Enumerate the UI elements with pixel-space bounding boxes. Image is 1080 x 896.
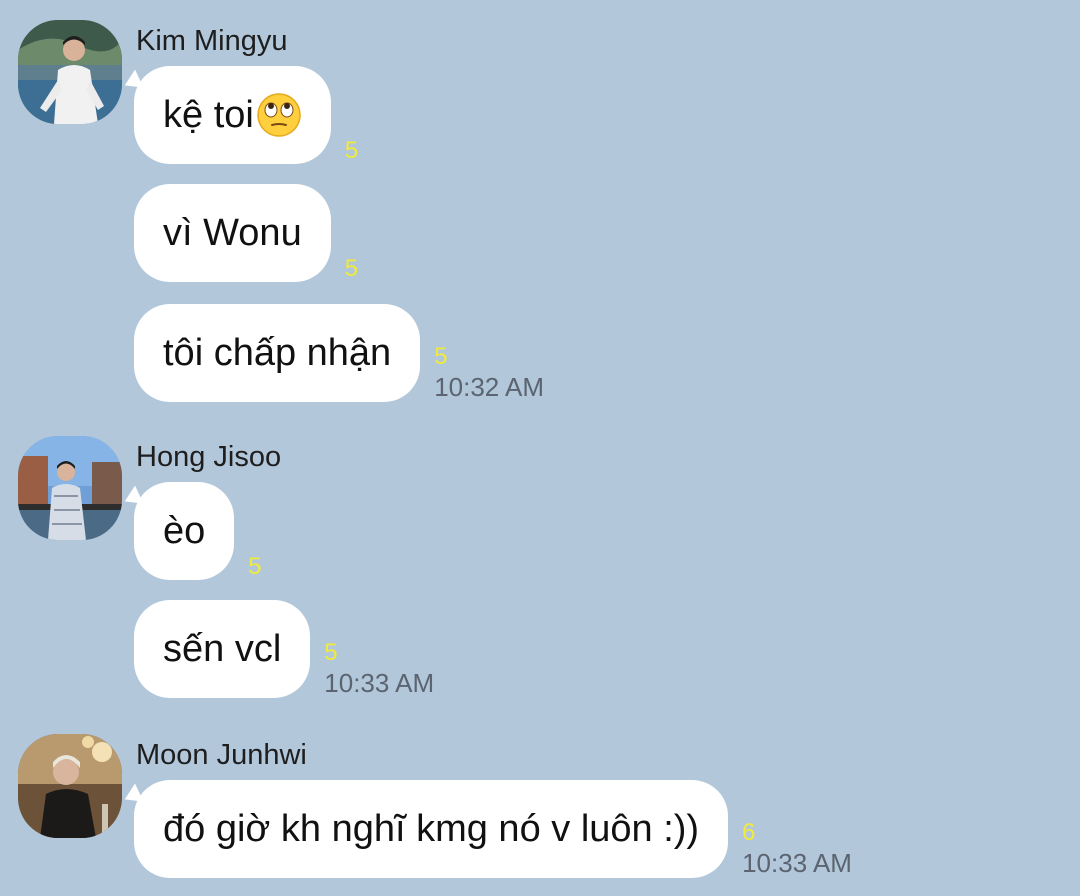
message-text: tôi chấp nhận: [163, 331, 392, 374]
timestamp: 10:33 AM: [324, 668, 435, 698]
message-bubble[interactable]: vì Wonu: [134, 184, 331, 282]
read-count: 5: [324, 639, 338, 666]
message-meta: 5: [248, 554, 261, 580]
timestamp: 10:33 AM: [742, 848, 852, 878]
message-meta: 5: [345, 138, 358, 164]
message-meta: 5 10:33 AM: [324, 639, 435, 699]
message-row: èo 5: [134, 482, 262, 580]
read-count: 6: [742, 819, 756, 846]
message-row: vì Wonu 5: [134, 184, 358, 282]
message-row: đó giờ kh nghĩ kmg nó v luôn :)) 6 10:33…: [134, 780, 852, 878]
sender-name: Hong Jisoo: [136, 441, 282, 473]
message-text: kệ toi: [163, 93, 254, 136]
message-text: đó giờ kh nghĩ kmg nó v luôn :)): [163, 807, 700, 850]
avatar-photo-icon: [18, 20, 122, 124]
message-text: sến vcl: [163, 627, 282, 670]
message-meta: 6 10:33 AM: [742, 819, 852, 879]
message-row: kệ toi 5: [134, 66, 358, 164]
message-bubble[interactable]: đó giờ kh nghĩ kmg nó v luôn :)): [134, 780, 729, 878]
avatar-photo-icon: [18, 436, 122, 540]
read-count: 5: [248, 553, 262, 580]
message-bubble[interactable]: sến vcl: [134, 600, 311, 698]
read-count: 5: [344, 137, 359, 164]
avatar-photo-icon: [18, 734, 122, 838]
message-row: tôi chấp nhận 5 10:32 AM: [134, 304, 544, 402]
sender-name: Moon Junhwi: [136, 739, 307, 771]
message-meta: 5 10:32 AM: [434, 343, 545, 403]
read-count: 5: [344, 255, 359, 282]
chat-messages-area[interactable]: Kim Mingyu kệ toi 5 vì Wonu 5 tôi chấp n…: [0, 0, 1080, 896]
sender-name: Kim Mingyu: [136, 25, 288, 57]
message-row: sến vcl 5 10:33 AM: [134, 600, 434, 698]
read-count: 5: [434, 343, 448, 370]
avatar-hong-jisoo[interactable]: [18, 436, 122, 540]
avatar-kim-mingyu[interactable]: [18, 20, 122, 124]
message-bubble[interactable]: tôi chấp nhận: [134, 304, 421, 402]
message-text: èo: [163, 509, 206, 552]
message-meta: 5: [345, 256, 358, 282]
message-bubble[interactable]: kệ toi: [134, 66, 331, 164]
message-bubble[interactable]: èo: [134, 482, 235, 580]
timestamp: 10:32 AM: [434, 372, 545, 402]
message-text: vì Wonu: [163, 211, 302, 254]
face-with-rolling-eyes-icon: [257, 93, 301, 137]
avatar-moon-junhwi[interactable]: [18, 734, 122, 838]
